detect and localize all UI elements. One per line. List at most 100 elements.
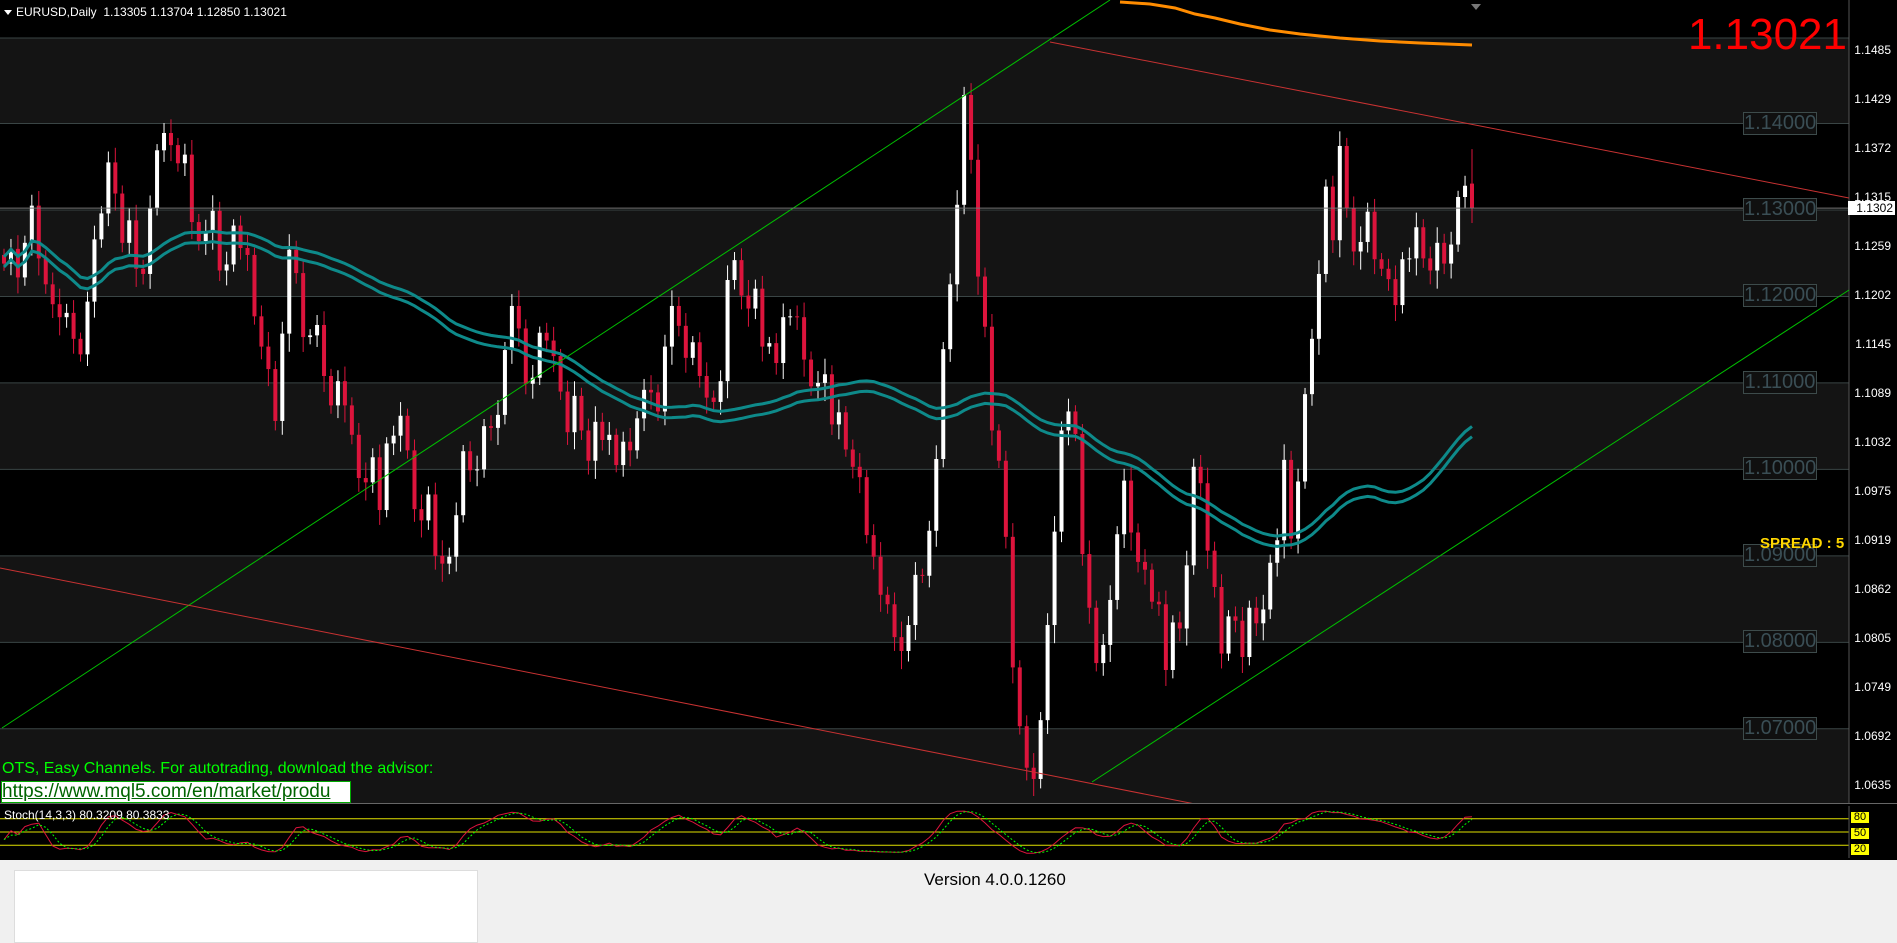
candle-body bbox=[795, 316, 800, 318]
price-chart-canvas[interactable] bbox=[0, 0, 1897, 804]
candle-body bbox=[1393, 279, 1398, 306]
candle-body bbox=[1143, 561, 1148, 570]
candle-body bbox=[120, 193, 125, 243]
candle-body bbox=[1414, 227, 1419, 259]
candle-body bbox=[593, 421, 598, 461]
candle-body bbox=[127, 220, 132, 243]
candle-body bbox=[948, 284, 953, 350]
candle-body bbox=[739, 260, 744, 296]
candle-body bbox=[649, 389, 654, 393]
candle-body bbox=[266, 346, 271, 370]
candle-body bbox=[1031, 767, 1036, 779]
candle-body bbox=[1289, 459, 1294, 539]
ots-text: OTS, Easy Channels. For autotrading, dow… bbox=[2, 760, 434, 777]
price-axis-label: 1.1145 bbox=[1855, 337, 1891, 351]
candle-body bbox=[996, 430, 1001, 461]
level-label: 1.13000 bbox=[1743, 197, 1817, 221]
price-axis-label: 1.1259 bbox=[1854, 239, 1891, 253]
candle-body bbox=[182, 154, 187, 164]
candle-body bbox=[1470, 183, 1474, 209]
candle-body bbox=[287, 249, 292, 334]
main-chart[interactable]: EURUSD,Daily 1.13305 1.13704 1.12850 1.1… bbox=[0, 0, 1897, 804]
candle-body bbox=[871, 535, 876, 557]
candle-body bbox=[1268, 562, 1273, 610]
candle-body bbox=[294, 249, 299, 274]
candle-body bbox=[370, 457, 375, 483]
candle-body bbox=[955, 204, 960, 285]
candle-body bbox=[683, 325, 688, 358]
candle-body bbox=[217, 210, 222, 271]
candle-body bbox=[1247, 607, 1252, 658]
price-axis-label: 1.0975 bbox=[1854, 484, 1891, 498]
candle-body bbox=[1129, 480, 1134, 533]
candle-body bbox=[1198, 466, 1203, 484]
candle-body bbox=[1365, 211, 1370, 242]
candle-body bbox=[64, 312, 69, 318]
candle-body bbox=[1240, 620, 1245, 658]
candle-body bbox=[1219, 586, 1224, 654]
candle-body bbox=[461, 451, 466, 516]
price-axis-label: 1.0919 bbox=[1854, 533, 1891, 547]
candle-body bbox=[92, 239, 97, 302]
candle-body bbox=[1205, 483, 1210, 551]
candle-body bbox=[349, 405, 354, 435]
candle-body bbox=[1066, 411, 1071, 431]
candle-body bbox=[1115, 534, 1120, 600]
candle-body bbox=[711, 397, 716, 402]
candle-body bbox=[259, 316, 264, 347]
candle-body bbox=[1101, 644, 1106, 664]
candle-body bbox=[454, 515, 459, 557]
advisor-link[interactable]: https://www.mql5.com/en/market/produ bbox=[1, 781, 351, 803]
candle-body bbox=[760, 288, 765, 347]
candle-body bbox=[788, 316, 793, 318]
candle-body bbox=[906, 625, 911, 651]
candle-body bbox=[969, 94, 974, 160]
candle-body bbox=[878, 556, 883, 595]
price-axis-label: 1.0805 bbox=[1854, 631, 1891, 645]
stochastic-panel[interactable]: Stoch(14,3,3) 80.3209 80.3833 80 50 20 bbox=[0, 806, 1897, 858]
candle-body bbox=[725, 280, 730, 382]
stochastic-label: Stoch(14,3,3) 80.3209 80.3833 bbox=[4, 808, 170, 822]
candle-body bbox=[412, 450, 417, 510]
candle-body bbox=[962, 94, 967, 205]
price-axis-label: 1.0635 bbox=[1854, 778, 1891, 792]
candle-body bbox=[1323, 186, 1328, 274]
stochastic-canvas[interactable] bbox=[0, 806, 1897, 858]
candle-body bbox=[440, 555, 445, 564]
candle-body bbox=[600, 421, 605, 440]
candle-body bbox=[1156, 601, 1161, 605]
candle-body bbox=[614, 434, 619, 466]
band bbox=[0, 209, 1849, 297]
candle-body bbox=[301, 273, 306, 338]
candle-body bbox=[1282, 459, 1287, 541]
candle-body bbox=[273, 369, 278, 421]
candle-body bbox=[308, 335, 313, 338]
candle-body bbox=[1435, 242, 1440, 271]
candle-body bbox=[363, 478, 368, 483]
candle-body bbox=[322, 324, 327, 376]
candle-body bbox=[210, 210, 215, 232]
stoch-level-80: 80 bbox=[1851, 812, 1869, 823]
candle-body bbox=[697, 342, 702, 376]
candle-body bbox=[822, 374, 827, 383]
candle-body bbox=[335, 381, 340, 406]
candle-body bbox=[468, 451, 473, 471]
candle-body bbox=[489, 426, 494, 428]
candle-body bbox=[864, 477, 869, 536]
candle-body bbox=[36, 205, 41, 259]
candle-body bbox=[802, 317, 807, 360]
dropdown-triangle-icon[interactable] bbox=[4, 10, 12, 16]
band-top bbox=[0, 38, 1849, 124]
candle-body bbox=[495, 414, 500, 428]
candle-body bbox=[1163, 604, 1168, 670]
candle-body bbox=[509, 305, 514, 351]
footer-blank-panel bbox=[14, 870, 478, 943]
candle-body bbox=[1073, 411, 1078, 434]
candle-body bbox=[426, 494, 431, 521]
candle-body bbox=[662, 346, 667, 412]
candle-body bbox=[850, 449, 855, 467]
candle-body bbox=[1094, 607, 1099, 664]
candle-body bbox=[976, 159, 981, 277]
candle-body bbox=[141, 268, 146, 274]
candle-body bbox=[113, 162, 118, 194]
